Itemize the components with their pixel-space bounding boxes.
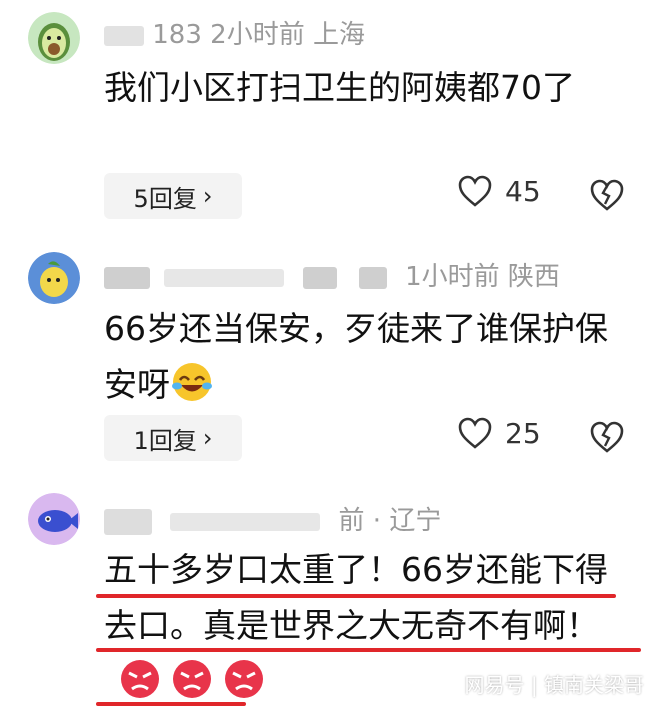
comment-meta: 前 · 辽宁 xyxy=(104,500,441,537)
angry-face-emoji-icon xyxy=(121,660,159,698)
broken-heart-icon xyxy=(590,421,624,453)
like-button[interactable]: 25 xyxy=(457,416,541,450)
meta-text: 前 · 辽宁 xyxy=(338,506,442,536)
replies-label: 5回复 xyxy=(133,184,197,213)
laughing-crying-emoji-icon xyxy=(172,363,212,401)
red-underline xyxy=(96,648,641,652)
red-underline xyxy=(96,594,616,598)
meta-text: 1小时前 陕西 xyxy=(405,262,560,292)
replies-button[interactable]: 1回复 › xyxy=(104,415,242,461)
like-count: 25 xyxy=(505,416,541,450)
dislike-button[interactable] xyxy=(588,178,626,216)
watermark: 网易号 | 镇南关梁哥 xyxy=(464,673,644,697)
chevron-right-icon: › xyxy=(202,424,213,452)
chevron-right-icon: › xyxy=(202,182,213,210)
broken-heart-icon xyxy=(590,179,624,211)
avatar[interactable] xyxy=(28,493,80,545)
like-button[interactable]: 45 xyxy=(457,174,541,208)
dislike-button[interactable] xyxy=(588,420,626,458)
replies-button[interactable]: 5回复 › xyxy=(104,173,242,219)
comment-meta: 183 2小时前 上海 xyxy=(104,14,365,51)
angry-face-emoji-icon xyxy=(225,660,263,698)
angry-face-emoji-icon xyxy=(173,660,211,698)
avatar[interactable] xyxy=(28,12,80,64)
avatar[interactable] xyxy=(28,252,80,304)
like-count: 45 xyxy=(505,174,541,208)
replies-label: 1回复 xyxy=(133,426,197,455)
comment-text: 我们小区打扫卫生的阿姨都70了 xyxy=(104,68,575,107)
heart-icon xyxy=(458,175,492,207)
red-underline xyxy=(96,702,246,706)
heart-icon xyxy=(458,417,492,449)
meta-text: 183 2小时前 上海 xyxy=(152,20,365,50)
comment-text: 66岁还当保安，歹徒来了谁保护保安呀 xyxy=(104,301,624,413)
comment-meta: 1小时前 陕西 xyxy=(104,256,560,293)
